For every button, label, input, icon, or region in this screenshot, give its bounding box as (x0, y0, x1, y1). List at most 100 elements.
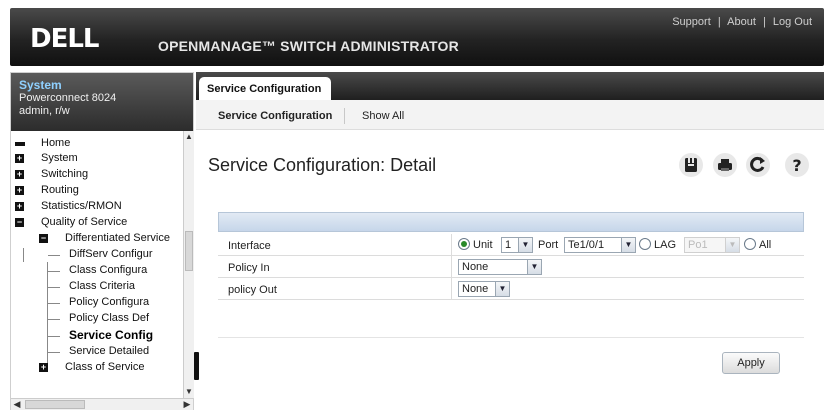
tree-item-label: Class Criteria (69, 280, 136, 292)
print-icon[interactable] (712, 152, 738, 178)
expand-icon[interactable]: + (39, 363, 48, 372)
tree-item-label: Quality of Service (41, 216, 128, 228)
scroll-right-icon[interactable]: ▶ (181, 399, 193, 410)
scroll-left-icon[interactable]: ◀ (11, 399, 23, 410)
unit-select-value: 1 (505, 239, 512, 251)
navigation-panel: System Powerconnect 8024 admin, r/w Home… (10, 72, 194, 410)
help-icon[interactable]: ? (784, 152, 810, 178)
link-separator: | (762, 16, 766, 28)
column-divider (451, 234, 452, 256)
chevron-down-icon: ▼ (527, 260, 541, 274)
tree-line (48, 352, 60, 353)
save-icon[interactable] (678, 152, 704, 178)
tree-line (48, 255, 60, 256)
policy-out-value: None (462, 283, 489, 295)
tree-item-label: Policy Class Def (69, 312, 150, 324)
chevron-down-icon: ▼ (621, 238, 635, 252)
top-links: Support | About | Log Out (672, 16, 812, 28)
scroll-down-icon[interactable]: ▼ (184, 386, 194, 398)
system-title[interactable]: System (19, 78, 185, 92)
policy-in-value: None (462, 261, 489, 273)
app-title: OPENMANAGE™ SWITCH ADMINISTRATOR (158, 38, 459, 54)
sub-tab-bar: Service Configuration Show All (196, 100, 824, 130)
refresh-icon[interactable] (745, 152, 771, 178)
port-select[interactable]: Te1/0/1 ▼ (564, 237, 636, 253)
interface-label: Interface (228, 240, 271, 252)
system-user: admin, r/w (19, 105, 70, 117)
service-config-form: Interface Unit 1 ▼ Port Te1/0/1 ▼ LAG Po… (218, 212, 804, 308)
tree-item-label: DiffServ Configur (69, 248, 153, 260)
subtab-show-all[interactable]: Show All (362, 110, 404, 122)
tree-item-label: Home (41, 137, 71, 149)
scrollbar-thumb[interactable] (25, 400, 85, 409)
policy-in-row: Policy In None ▼ (218, 256, 804, 278)
svg-text:?: ? (792, 156, 801, 175)
all-radio[interactable] (744, 238, 756, 250)
lag-select-value: Po1 (688, 239, 708, 251)
lag-radio-label: LAG (654, 239, 677, 251)
column-divider (451, 278, 452, 300)
tree-item-label: Switching (41, 168, 89, 180)
home-icon (15, 142, 25, 146)
tab-service-configuration[interactable]: Service Configuration (199, 77, 331, 100)
lag-radio[interactable] (639, 238, 651, 250)
expand-icon[interactable]: + (15, 170, 24, 179)
tree-item-label: System (41, 152, 78, 164)
dell-logo: DELL (30, 24, 99, 54)
tree-item-label: Service Detailed (69, 345, 150, 357)
tree-item-label: Policy Configura (69, 296, 150, 308)
interface-row: Interface Unit 1 ▼ Port Te1/0/1 ▼ LAG Po… (218, 234, 804, 256)
expand-icon[interactable]: + (15, 186, 24, 195)
column-divider (451, 256, 452, 278)
app-header: DELL OPENMANAGE™ SWITCH ADMINISTRATOR Su… (10, 8, 824, 66)
chevron-down-icon: ▼ (518, 238, 532, 252)
subtab-divider (344, 108, 345, 124)
tree-item-label: Differentiated Service (65, 232, 170, 244)
system-info[interactable]: System Powerconnect 8024 admin, r/w (11, 73, 193, 131)
unit-radio[interactable] (458, 238, 470, 250)
policy-out-select[interactable]: None ▼ (458, 281, 510, 297)
policy-in-select[interactable]: None ▼ (458, 259, 542, 275)
form-separator (218, 337, 804, 338)
lag-select[interactable]: Po1 ▼ (684, 237, 740, 253)
support-link[interactable]: Support (672, 16, 711, 28)
chevron-down-icon: ▼ (495, 282, 509, 296)
link-separator: | (717, 16, 721, 28)
port-select-value: Te1/0/1 (568, 239, 605, 251)
tab-strip: Service Configuration (196, 72, 824, 100)
form-header (218, 212, 804, 232)
policy-out-label: policy Out (228, 284, 277, 296)
chevron-down-icon: ▼ (725, 238, 739, 252)
page-title: Service Configuration: Detail (208, 155, 437, 175)
collapse-icon[interactable]: − (39, 234, 48, 243)
tree-line (48, 303, 60, 304)
scrollbar-thumb[interactable] (185, 231, 193, 271)
nav-horizontal-scrollbar[interactable]: ◀ ▶ (11, 398, 193, 410)
tree-item-label: Class of Service (65, 361, 145, 373)
port-label: Port (538, 239, 559, 251)
tree-line (48, 336, 60, 337)
collapse-icon[interactable]: − (15, 218, 24, 227)
nav-tree: Home + System + Switching + Routing + St… (11, 131, 183, 398)
about-link[interactable]: About (727, 16, 756, 28)
tree-line (48, 287, 60, 288)
policy-in-label: Policy In (228, 262, 270, 274)
scroll-up-icon[interactable]: ▲ (184, 131, 194, 143)
unit-select[interactable]: 1 ▼ (501, 237, 533, 253)
tree-line (48, 271, 60, 272)
tree-line (23, 248, 24, 262)
policy-out-row: policy Out None ▼ (218, 278, 804, 300)
all-radio-label: All (759, 239, 772, 251)
subtab-service-configuration[interactable]: Service Configuration (218, 110, 332, 122)
expand-icon[interactable]: + (15, 154, 24, 163)
system-model: Powerconnect 8024 (19, 92, 117, 104)
unit-radio-label: Unit (473, 239, 493, 251)
tree-item-label: Class Configura (69, 264, 148, 276)
apply-button[interactable]: Apply (722, 352, 780, 374)
expand-icon[interactable]: + (15, 202, 24, 211)
tree-item-label: Statistics/RMON (41, 200, 122, 212)
panel-splitter[interactable] (194, 352, 199, 380)
nav-vertical-scrollbar[interactable]: ▲ ▼ (183, 131, 194, 398)
tree-line (48, 319, 60, 320)
logout-link[interactable]: Log Out (773, 16, 812, 28)
